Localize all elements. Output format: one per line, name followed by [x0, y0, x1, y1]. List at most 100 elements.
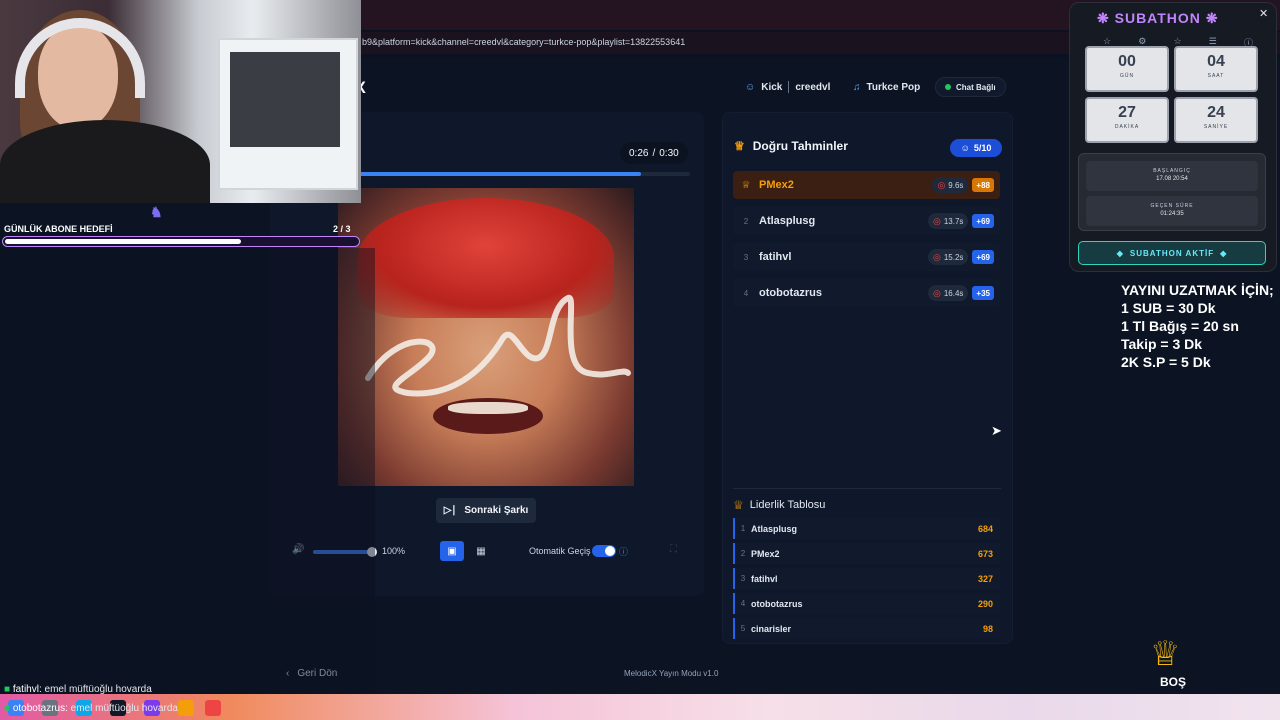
- minutes-box: 27 DAKİKA: [1085, 97, 1169, 143]
- platform-info: ☺ Kick creedvl: [745, 77, 830, 97]
- elapsed-label: GEÇEN SÜRE: [1150, 203, 1194, 209]
- days-label: GÜN: [1119, 73, 1135, 79]
- seconds-box: 24 SANİYE: [1174, 97, 1258, 143]
- chat-text: emel müftüoğlu hovarda: [70, 703, 178, 714]
- auto-advance-toggle[interactable]: [592, 545, 616, 557]
- hours-value: 04: [1207, 53, 1225, 70]
- target-icon: ◎: [937, 179, 946, 190]
- leaderboard-rank: 3: [740, 574, 746, 583]
- close-icon[interactable]: ✕: [1259, 7, 1268, 20]
- volume-percent: 100%: [382, 546, 406, 556]
- channel-name: creedvl: [795, 81, 831, 93]
- crown-icon: ♕: [741, 179, 751, 191]
- leaderboard-rank: 5: [740, 624, 746, 633]
- folder-icon[interactable]: [178, 700, 194, 716]
- correct-guesses-title: Doğru Tahminler: [752, 139, 848, 153]
- rule-line: 1 SUB = 30 Dk: [1121, 300, 1216, 316]
- subathon-status-text: SUBATHON AKTİF: [1129, 248, 1215, 258]
- next-song-button[interactable]: ▷∣ Sonraki Şarkı: [436, 498, 536, 523]
- guess-time-value: 9.6s: [948, 180, 964, 190]
- guess-rank: 4: [743, 288, 749, 298]
- song-progress-fill: [360, 172, 641, 176]
- minutes-value: 27: [1118, 104, 1136, 121]
- leaderboard-score: 327: [977, 573, 993, 584]
- fullscreen-icon[interactable]: ⛶: [670, 544, 677, 555]
- guess-row: 2 Atlasplusg ◎ 13.7s +69: [733, 207, 1000, 235]
- guess-count-badge: ☺ 5/10: [950, 139, 1002, 157]
- leaderboard-row: 3 fatihvl 327: [733, 568, 1000, 589]
- seconds-value: 24: [1207, 104, 1225, 121]
- chat-user: otobotazrus:: [12, 703, 68, 714]
- rules-title: YAYINI UZATMAK İÇİN;: [1121, 282, 1274, 298]
- leaderboard-user: PMex2: [751, 548, 780, 559]
- target-icon: ◎: [932, 215, 941, 226]
- category-info: ♫ Turkce Pop: [853, 77, 920, 97]
- screen-mode-button[interactable]: ▣: [440, 541, 464, 561]
- guess-points: +69: [972, 214, 994, 228]
- leaderboard-rank: 4: [740, 599, 746, 608]
- guess-rank: 2: [743, 216, 749, 226]
- webcam-feed: [0, 0, 361, 203]
- target-icon: ◎: [932, 251, 941, 262]
- chrome-icon[interactable]: [205, 700, 221, 716]
- leaderboard-row: 4 otobotazrus 290: [733, 593, 1000, 614]
- diamond-icon: ◆: [1220, 248, 1228, 258]
- chat-status-text: Chat Bağlı: [956, 82, 996, 92]
- film-icon: ▦: [476, 545, 486, 557]
- guess-rank: 3: [743, 252, 749, 262]
- guess-user: Atlasplusg: [759, 215, 816, 227]
- seconds-label: SANİYE: [1203, 124, 1229, 130]
- guess-points: +69: [972, 250, 994, 264]
- auto-advance-label: Otomatik Geçiş: [529, 546, 591, 556]
- elapsed-info: GEÇEN SÜRE 01:24:35: [1086, 196, 1258, 226]
- divider: [788, 81, 790, 93]
- toggle-knob: [605, 546, 615, 556]
- guess-count: 5/10: [973, 143, 992, 153]
- rule-line: Takip = 3 Dk: [1121, 336, 1203, 352]
- subathon-rules: YAYINI UZATMAK İÇİN; 1 SUB = 30 Dk 1 Tl …: [1121, 281, 1274, 371]
- leaderboard-score: 290: [977, 598, 993, 609]
- subathon-title-text: SUBATHON: [1114, 10, 1201, 26]
- album-art-signature: [365, 294, 631, 397]
- leaderboard-rank: 1: [740, 524, 746, 533]
- leaderboard-title: Liderlik Tablosu: [749, 499, 826, 511]
- hours-label: SAAT: [1207, 73, 1225, 79]
- mouse-cursor-icon: ➤: [991, 423, 1002, 438]
- platform-name: Kick: [761, 81, 783, 93]
- album-art: [338, 188, 634, 486]
- leaderboard-row: 1 Atlasplusg 684: [733, 518, 1000, 539]
- overlay-shade: [0, 248, 375, 694]
- guess-time-value: 15.2s: [943, 252, 964, 262]
- guess-user: fatihvl: [759, 251, 792, 263]
- start-label: BAŞLANGIÇ: [1153, 168, 1191, 174]
- leaderboard-rank: 2: [740, 549, 746, 558]
- sparkle-icon: ❋: [1205, 10, 1219, 26]
- users-icon: ☺: [745, 81, 756, 93]
- leaderboard-score: 684: [977, 523, 993, 534]
- leaderboard-score: 98: [982, 623, 993, 634]
- leaderboard-user: otobotazrus: [751, 598, 803, 609]
- start-info: BAŞLANGIÇ 17.08 20:54: [1086, 161, 1258, 191]
- guess-time-value: 16.4s: [943, 288, 964, 298]
- users-icon: ☺: [960, 143, 970, 153]
- info-icon[interactable]: ⓘ: [619, 545, 628, 558]
- guess-row: 4 otobotazrus ◎ 16.4s +35: [733, 279, 1000, 307]
- guess-time-value: 13.7s: [943, 216, 964, 226]
- webcam-headset: [15, 18, 145, 98]
- guess-time: ◎ 9.6s: [932, 177, 969, 193]
- guess-points: +35: [972, 286, 994, 300]
- video-mode-button[interactable]: ▦: [469, 541, 493, 561]
- rule-line: 2K S.P = 5 Dk: [1121, 354, 1211, 370]
- guess-points: +88: [972, 178, 994, 192]
- minutes-label: DAKİKA: [1114, 124, 1140, 130]
- webcam-pc-interior: [230, 52, 340, 147]
- guess-time: ◎ 16.4s: [927, 285, 969, 301]
- guess-user: PMex2: [759, 179, 794, 191]
- days-value: 00: [1118, 53, 1136, 70]
- leaderboard-user: fatihvl: [751, 573, 778, 584]
- subathon-status: ◆ SUBATHON AKTİF ◆: [1078, 241, 1266, 265]
- correct-guesses-header: ♕ Doğru Tahminler: [734, 139, 848, 153]
- category-name: Turkce Pop: [866, 81, 921, 93]
- leaderboard-header: ♕ Liderlik Tablosu: [733, 498, 825, 512]
- leaderboard-row: 2 PMex2 673: [733, 543, 1000, 564]
